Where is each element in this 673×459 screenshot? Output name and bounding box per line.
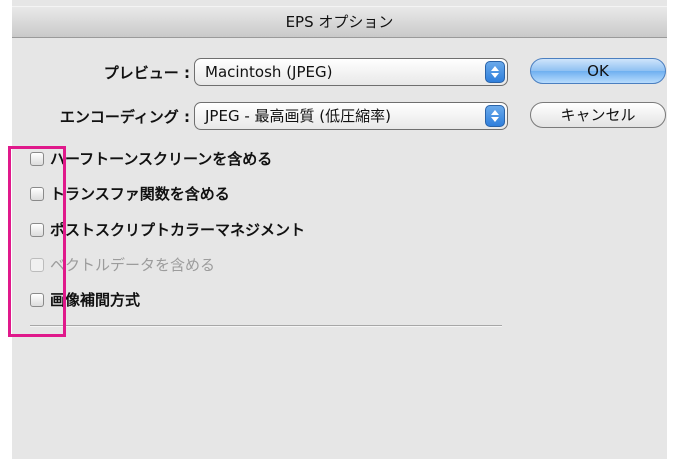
select-stepper-icon [485, 61, 505, 83]
transfer-label: トランスファ関数を含める [50, 185, 230, 203]
halftone-label: ハーフトーンスクリーンを含める [50, 150, 273, 168]
dialog-title: EPS オプション [12, 6, 667, 38]
eps-options-dialog: EPS オプション プレビュー : Macintosh (JPEG) エンコーデ… [12, 0, 667, 459]
encoding-select-value: JPEG - 最高画質 (低圧縮率) [205, 107, 391, 125]
encoding-label: エンコーディング : [59, 108, 190, 126]
preview-select[interactable]: Macintosh (JPEG) [194, 58, 508, 86]
vector-data-label: ベクトルデータを含める [50, 256, 216, 274]
preview-label: プレビュー : [103, 64, 190, 82]
checkbox-highlight-annotation [8, 146, 66, 337]
ok-button[interactable]: OK [530, 58, 666, 84]
divider [30, 325, 502, 327]
preview-select-value: Macintosh (JPEG) [205, 63, 333, 81]
color-management-label: ポストスクリプトカラーマネジメント [50, 221, 306, 239]
encoding-select[interactable]: JPEG - 最高画質 (低圧縮率) [194, 102, 508, 130]
select-stepper-icon [485, 105, 505, 127]
cancel-button[interactable]: キャンセル [530, 102, 666, 128]
